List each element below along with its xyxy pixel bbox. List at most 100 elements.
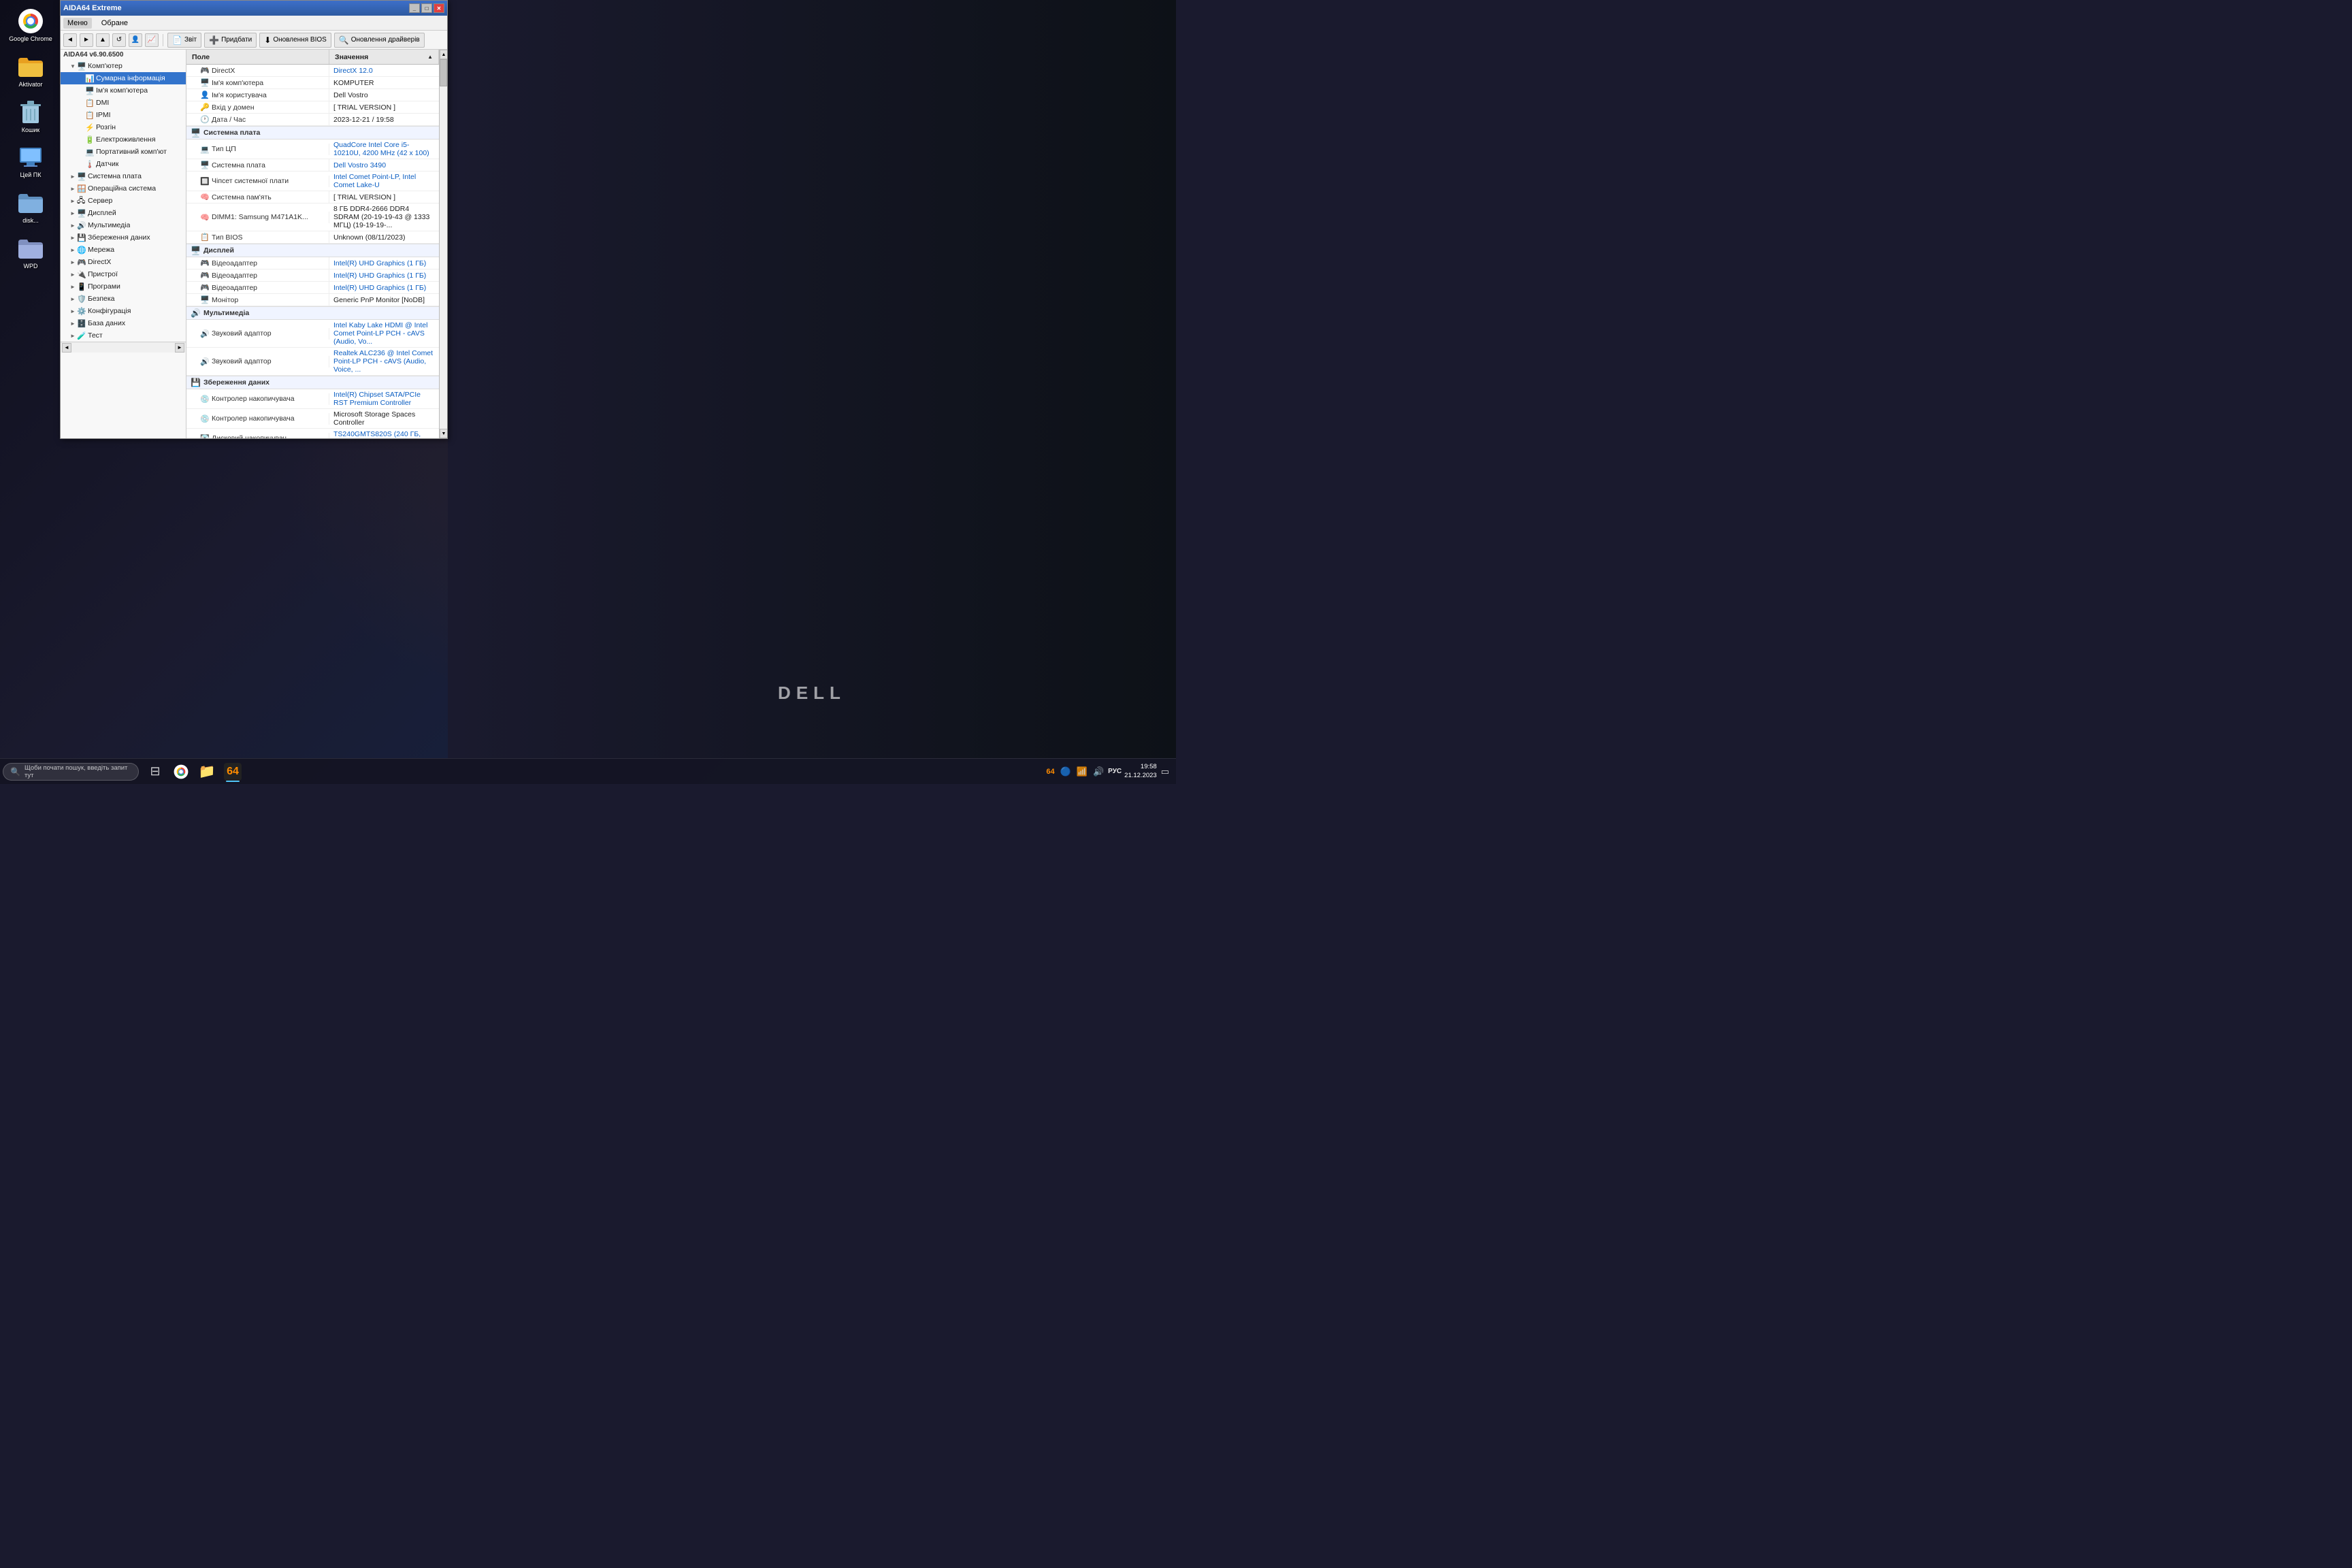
row-value-chipset[interactable]: Intel Comet Point-LP, Intel Comet Lake-U — [329, 172, 439, 191]
tray-wifi-icon[interactable]: 🔊 — [1092, 766, 1105, 777]
buy-button[interactable]: ➕ Придбати — [204, 33, 257, 48]
sidebar-item-dmi[interactable]: 📋 DMI — [61, 97, 186, 109]
this-pc-icon-label: Цей ПК — [20, 172, 42, 179]
nav-back-button[interactable]: ◄ — [63, 33, 77, 47]
table-row: 👤 Ім'я користувача Dell Vostro — [186, 89, 439, 101]
row-value-mb[interactable]: Dell Vostro 3490 — [329, 160, 439, 171]
desktop-icon-disk[interactable]: disk... — [5, 187, 56, 227]
bios-update-button[interactable]: ⬇ Оновлення BIOS — [259, 33, 331, 48]
sidebar-item-server[interactable]: ► 🖧 Сервер — [61, 195, 186, 207]
sidebar-label-config: Конфігурація — [88, 307, 131, 315]
row-value-hdd[interactable]: TS240GMTS820S (240 ГБ, SATA-III) — [329, 429, 439, 438]
desktop-icon-trash[interactable]: Кошик — [5, 97, 56, 137]
sidebar-item-os[interactable]: ► 🪟 Операційна система — [61, 182, 186, 195]
nav-up-button[interactable]: ▲ — [96, 33, 110, 47]
taskbar-app-chrome[interactable] — [169, 760, 193, 783]
sidebar-label-security: Безпека — [88, 295, 115, 303]
sidebar-item-power[interactable]: 🔋 Електроживлення — [61, 133, 186, 146]
row-field-label-mb: Системна плата — [212, 161, 265, 169]
sidebar-item-computer-name[interactable]: 🖥️ Ім'я комп'ютера — [61, 84, 186, 97]
row-value-ctrl2: Microsoft Storage Spaces Controller — [329, 409, 439, 428]
row-value-gpu2[interactable]: Intel(R) UHD Graphics (1 ГБ) — [329, 270, 439, 281]
sidebar-item-test[interactable]: ► 🧪 Тест — [61, 329, 186, 342]
vertical-scrollbar[interactable]: ▲ ▼ — [439, 50, 447, 438]
row-value-ctrl1[interactable]: Intel(R) Chipset SATA/PCIe RST Premium C… — [329, 389, 439, 408]
section-header-storage: 💾 Збереження даних — [186, 376, 439, 389]
sidebar-item-config[interactable]: ► ⚙️ Конфігурація — [61, 305, 186, 317]
row-value-gpu3[interactable]: Intel(R) UHD Graphics (1 ГБ) — [329, 282, 439, 293]
sidebar-item-storage[interactable]: ► 💾 Збереження даних — [61, 231, 186, 244]
sidebar-item-programs[interactable]: ► 📱 Програми — [61, 280, 186, 293]
sidebar-label-test: Тест — [88, 331, 103, 340]
buy-label: Придбати — [221, 36, 252, 44]
row-field-gpu3: 🎮 Відеоадаптер — [186, 282, 329, 293]
sidebar-item-summary[interactable]: 📊 Сумарна інформація — [61, 72, 186, 84]
sidebar-item-multimedia[interactable]: ► 🔊 Мультимедіа — [61, 219, 186, 231]
taskbar-app-explorer[interactable]: 📁 — [195, 760, 219, 783]
driver-update-icon: 🔍 — [339, 35, 349, 45]
menu-item-menu[interactable]: Меню — [63, 18, 92, 29]
nav-refresh-button[interactable]: ↺ — [112, 33, 126, 47]
right-panel: Поле Значення ▲ 🎮 DirectX — [186, 50, 439, 438]
sidebar-item-display[interactable]: ► 🖥️ Дисплей — [61, 207, 186, 219]
nav-stats-button[interactable]: 📈 — [145, 33, 159, 47]
scroll-up-arrow[interactable]: ▲ — [440, 50, 447, 59]
this-pc-icon — [18, 144, 44, 170]
scrollbar-track[interactable] — [440, 59, 447, 429]
driver-update-button[interactable]: 🔍 Оновлення драйверів — [334, 33, 425, 48]
close-button[interactable]: ✕ — [434, 3, 444, 13]
menu-item-favorites[interactable]: Обране — [97, 18, 132, 29]
sidebar-item-portable[interactable]: 💻 Портативний комп'ют — [61, 146, 186, 158]
scrollbar-thumb[interactable] — [440, 59, 447, 86]
tray-bluetooth-icon[interactable]: 🔵 — [1059, 766, 1073, 777]
minimize-button[interactable]: _ — [409, 3, 420, 13]
sidebar-scroll-left[interactable]: ◄ — [62, 343, 71, 353]
scroll-down-arrow[interactable]: ▼ — [440, 429, 447, 438]
report-icon: 📄 — [172, 35, 182, 45]
sidebar-label-dmi: DMI — [96, 99, 109, 107]
row-field-ctrl2: 💿 Контролер накопичувача — [186, 413, 329, 425]
section-header-multimedia: 🔊 Мультимедіа — [186, 306, 439, 320]
taskbar-app-taskview[interactable]: ⊟ — [143, 760, 167, 783]
sidebar-item-motherboard[interactable]: ► 🖥️ Системна плата — [61, 170, 186, 182]
sidebar-label-db: База даних — [88, 319, 125, 327]
sidebar-item-ipmi[interactable]: 📋 IPMI — [61, 109, 186, 121]
sidebar-item-network[interactable]: ► 🌐 Мережа — [61, 244, 186, 256]
sidebar-item-directx[interactable]: ► 🎮 DirectX — [61, 256, 186, 268]
sidebar-item-computer[interactable]: ▼ 🖥️ Комп'ютер — [61, 60, 186, 72]
language-indicator[interactable]: РУС — [1108, 768, 1122, 775]
nav-user-button[interactable]: 👤 — [129, 33, 142, 47]
taskbar-search[interactable]: 🔍 Щоби почати пошук, введіть запит тут — [3, 763, 139, 781]
nav-forward-button[interactable]: ► — [80, 33, 93, 47]
row-value-gpu1[interactable]: Intel(R) UHD Graphics (1 ГБ) — [329, 258, 439, 269]
sidebar-item-security[interactable]: ► 🛡️ Безпека — [61, 293, 186, 305]
report-button[interactable]: 📄 Звіт — [167, 33, 201, 48]
show-desktop-icon[interactable]: ▭ — [1160, 766, 1171, 777]
wpd-icon-label: WPD — [24, 263, 38, 270]
sidebar-item-devices[interactable]: ► 🔌 Пристрої — [61, 268, 186, 280]
desktop-icon-activator[interactable]: Aktivator — [5, 51, 56, 91]
sidebar-item-overclock[interactable]: ⚡ Розгін — [61, 121, 186, 133]
storage-tree-icon: 💾 — [77, 233, 86, 242]
row-value-audio2[interactable]: Realtek ALC236 @ Intel Comet Point-LP PC… — [329, 348, 439, 375]
row-value-audio1[interactable]: Intel Kaby Lake HDMI @ Intel Comet Point… — [329, 320, 439, 347]
desktop-icon-this-pc[interactable]: Цей ПК — [5, 142, 56, 182]
sidebar-item-sensors[interactable]: 🌡️ Датчик — [61, 158, 186, 170]
row-field-label-bios: Тип BIOS — [212, 233, 243, 242]
sidebar-scroll-right[interactable]: ► — [175, 343, 184, 353]
tray-network-icon[interactable]: 📶 — [1075, 766, 1089, 777]
sidebar-item-database[interactable]: ► 🗄️ База даних — [61, 317, 186, 329]
table-row: 🕐 Дата / Час 2023-12-21 / 19:58 — [186, 114, 439, 126]
row-value-cpu[interactable]: QuadCore Intel Core i5-10210U, 4200 MHz … — [329, 140, 439, 159]
desktop-icon-chrome[interactable]: Google Chrome — [5, 5, 56, 46]
desktop-icon-wpd[interactable]: WPD — [5, 233, 56, 273]
row-field-directx: 🎮 DirectX — [186, 65, 329, 76]
table-row: 💻 Тип ЦП QuadCore Intel Core i5-10210U, … — [186, 140, 439, 159]
tray-aida-icon[interactable]: 64 — [1045, 768, 1056, 776]
taskbar-app-aida64[interactable]: 64 — [220, 760, 245, 783]
maximize-button[interactable]: □ — [421, 3, 432, 13]
mb-section-icon: 🖥️ — [191, 128, 201, 137]
toolbar: ◄ ► ▲ ↺ 👤 📈 📄 Звіт ➕ Придбати ⬇ Оновленн… — [61, 31, 447, 50]
row-value-directx[interactable]: DirectX 12.0 — [329, 65, 439, 76]
clock: 19:58 21.12.2023 — [1124, 763, 1157, 780]
